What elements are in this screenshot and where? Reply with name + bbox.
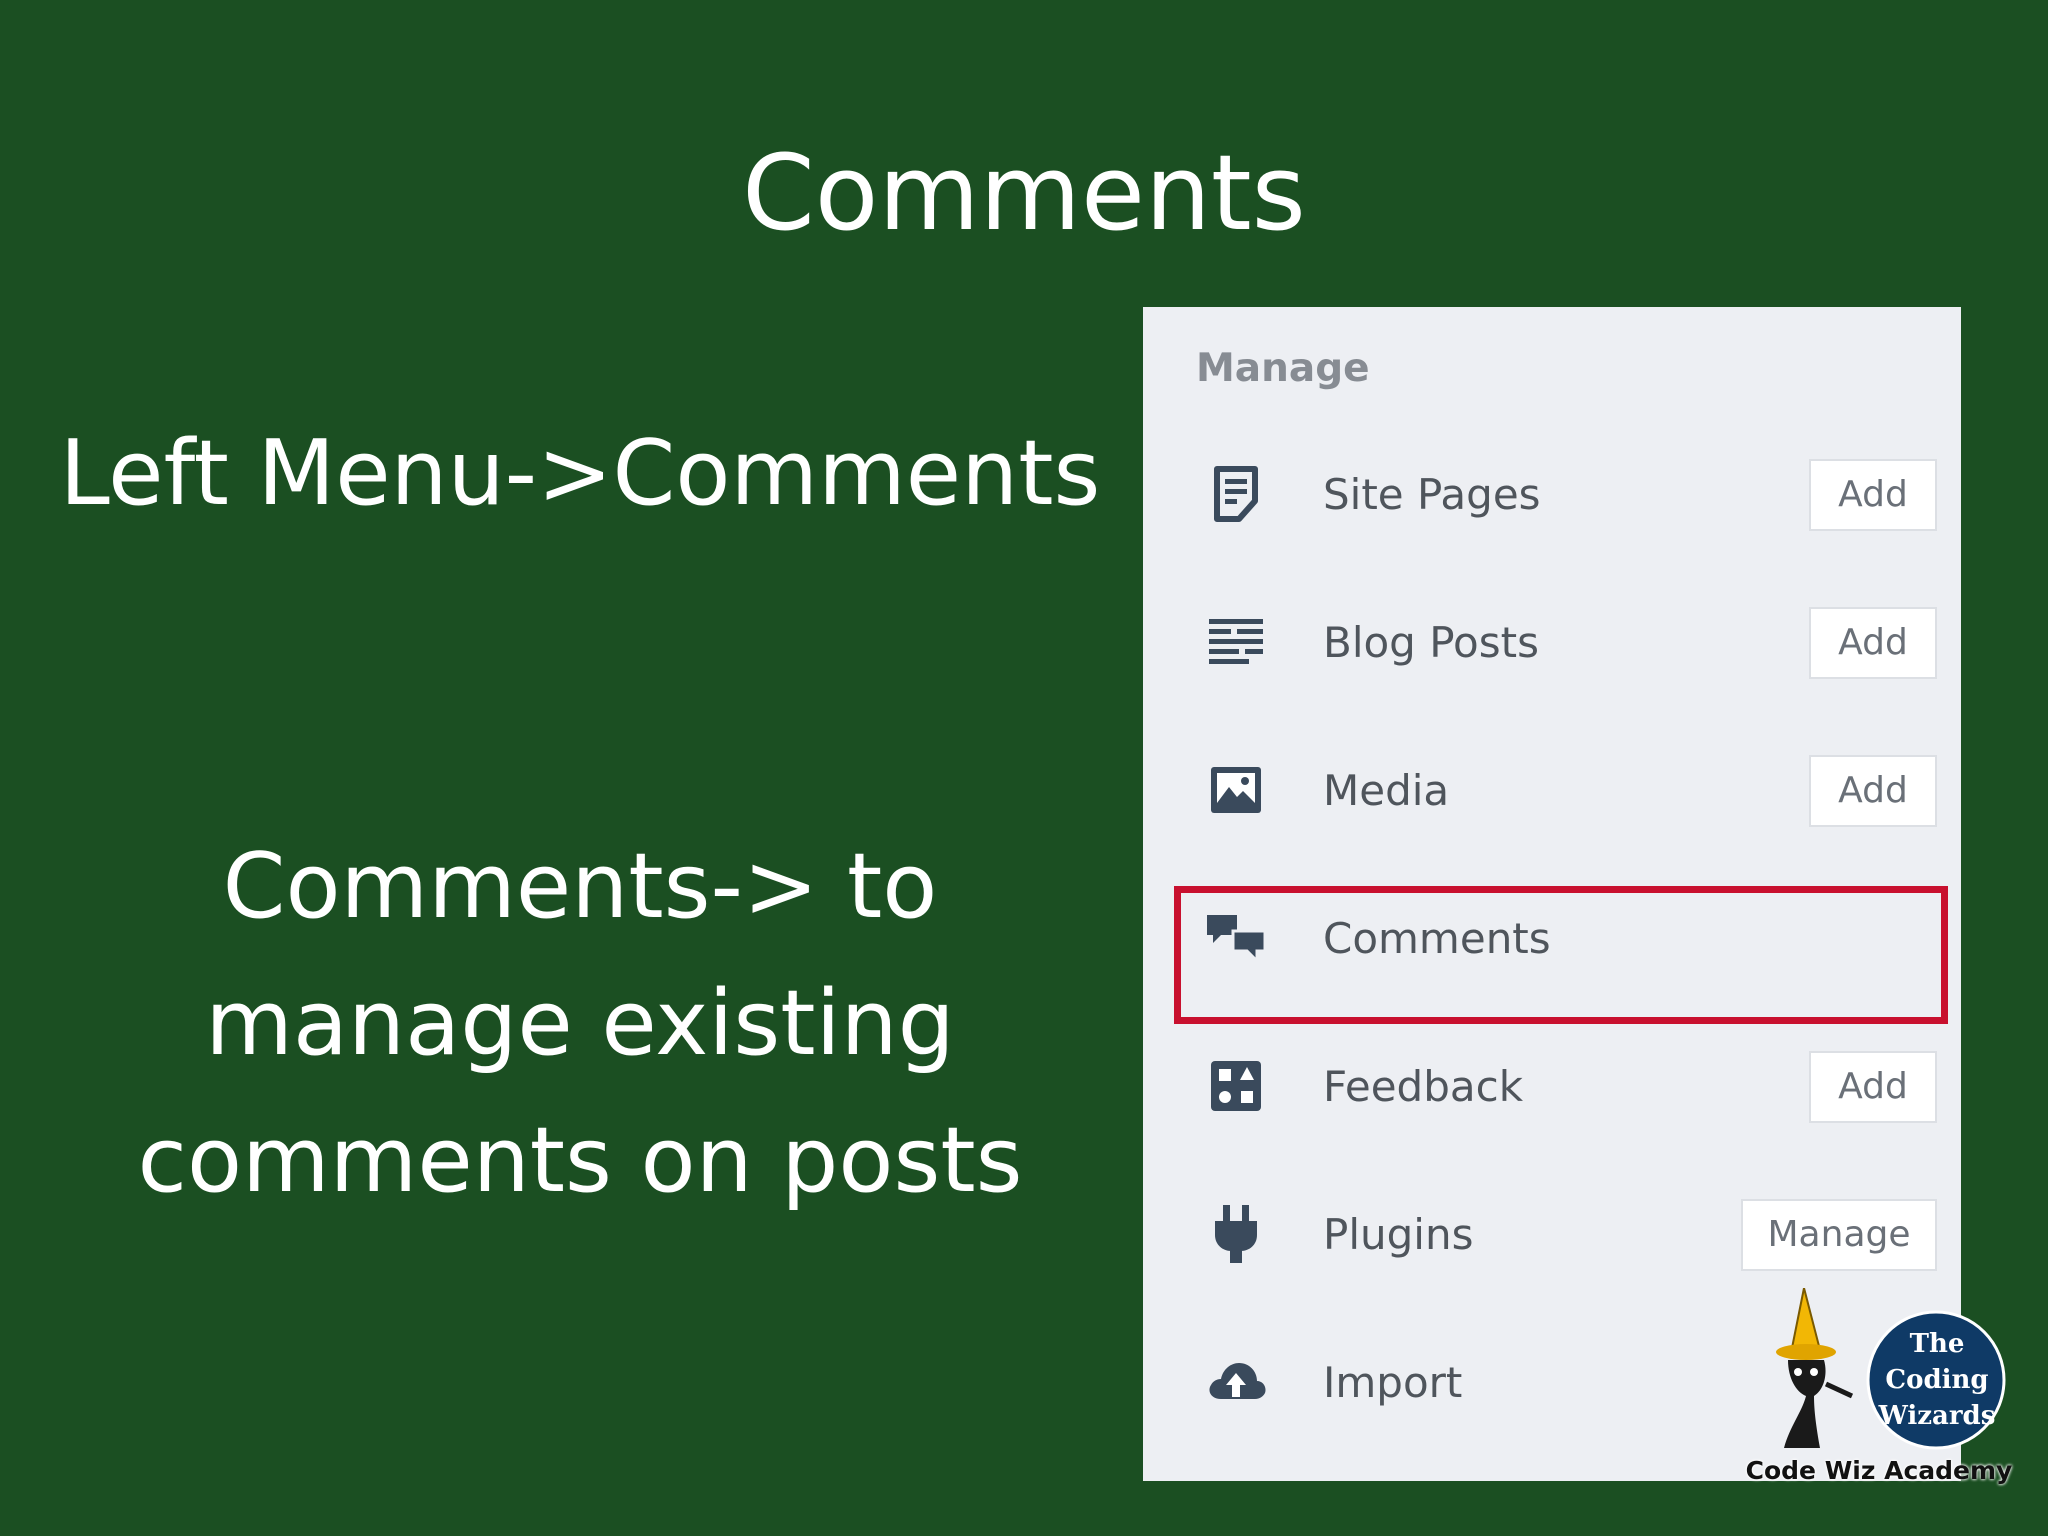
menu-item-label: Media [1323, 766, 1450, 815]
menu-item-label: Plugins [1323, 1210, 1474, 1259]
instruction-text: Left Menu->Comments [59, 421, 1101, 526]
description-line: Comments-> to [222, 834, 938, 939]
comments-highlight-box [1174, 886, 1948, 1024]
site-pages-icon [1203, 461, 1269, 527]
menu-item-plugins[interactable]: Plugins Manage [1143, 1161, 1961, 1309]
add-blog-post-button[interactable]: Add [1809, 607, 1937, 679]
slide-title: Comments [742, 132, 1306, 254]
menu-item-site-pages[interactable]: Site Pages Add [1143, 421, 1961, 569]
manage-plugins-button[interactable]: Manage [1741, 1199, 1937, 1271]
logo-caption: Code Wiz Academy [1745, 1456, 2013, 1485]
menu-item-label: Blog Posts [1323, 618, 1539, 667]
description-text: Comments-> to manage existing comments o… [40, 818, 1120, 1229]
code-wiz-academy-logo: The Coding Wizards Code Wiz Academy [1744, 1288, 2014, 1492]
menu-item-label: Feedback [1323, 1062, 1524, 1111]
plugins-icon [1203, 1201, 1269, 1267]
feedback-icon [1203, 1053, 1269, 1119]
menu-item-blog-posts[interactable]: Blog Posts Add [1143, 569, 1961, 717]
menu-item-label: Import [1323, 1358, 1463, 1407]
menu-item-feedback[interactable]: Feedback Add [1143, 1013, 1961, 1161]
menu-item-media[interactable]: Media Add [1143, 717, 1961, 865]
add-site-page-button[interactable]: Add [1809, 459, 1937, 531]
blog-posts-icon [1203, 609, 1269, 675]
add-media-button[interactable]: Add [1809, 755, 1937, 827]
manage-heading: Manage [1196, 346, 1370, 391]
logo-circle-text: The Coding Wizards [1878, 1329, 1996, 1431]
media-icon [1203, 757, 1269, 823]
menu-item-label: Site Pages [1323, 470, 1541, 519]
description-line: comments on posts [137, 1108, 1023, 1213]
import-icon [1203, 1349, 1269, 1415]
description-line: manage existing [205, 971, 955, 1076]
add-feedback-button[interactable]: Add [1809, 1051, 1937, 1123]
